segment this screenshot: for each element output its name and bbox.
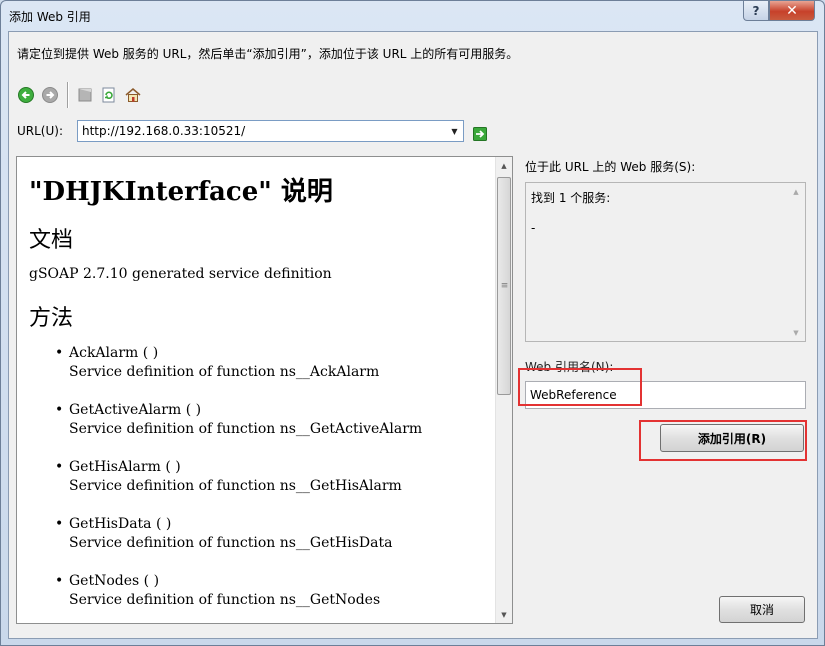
list-item: GetHisData ( ) Service definition of fun… [55,515,489,553]
method-link[interactable]: GetNodes ( ) [69,572,489,591]
method-link[interactable]: AckAlarm ( ) [69,344,489,363]
service-title: "DHJKInterface" 说明 [29,177,333,207]
method-description: Service definition of function ns__AckAl… [69,364,380,380]
help-icon: ? [752,3,760,18]
methods-list: AckAlarm ( ) Service definition of funct… [55,344,489,610]
add-reference-button[interactable]: 添加引用(R) [660,424,804,452]
window-title: 添加 Web 引用 [9,10,91,24]
scroll-up-icon[interactable]: ▲ [496,157,512,174]
method-description: Service definition of function ns__GetNo… [69,592,381,608]
url-label: URL(U): [17,124,63,138]
back-icon[interactable] [17,86,35,104]
method-description: Service definition of function ns__GetAc… [69,421,423,437]
cancel-button[interactable]: 取消 [719,596,805,623]
method-link[interactable]: GetActiveAlarm ( ) [69,401,489,420]
go-icon[interactable] [473,127,487,141]
scroll-up-icon[interactable]: ▲ [788,183,804,200]
refresh-icon[interactable] [100,86,118,104]
instruction-text: 请定位到提供 Web 服务的 URL，然后单击“添加引用”，添加位于该 URL … [17,47,519,61]
scroll-down-icon[interactable]: ▼ [788,324,804,341]
list-item: AckAlarm ( ) Service definition of funct… [55,344,489,382]
add-web-reference-dialog: 添加 Web 引用 ? ✕ 请定位到提供 Web 服务的 URL，然后单击“添加… [0,0,825,646]
method-description: Service definition of function ns__GetHi… [69,478,402,494]
service-description-browser[interactable]: "DHJKInterface" 说明 文档 gSOAP 2.7.10 gener… [16,156,513,624]
method-description: Service definition of function ns__GetHi… [69,535,393,551]
title-bar: 添加 Web 引用 ? ✕ [1,1,824,31]
close-icon: ✕ [786,2,798,19]
services-scrollbar[interactable]: ▲ ▼ [788,183,805,341]
services-label: 位于此 URL 上的 Web 服务(S): [525,160,696,174]
reference-name-input[interactable]: WebReference [525,381,806,409]
list-item: GetHisAlarm ( ) Service definition of fu… [55,458,489,496]
close-button[interactable]: ✕ [769,1,815,21]
methods-section-heading: 方法 [29,306,74,331]
help-button[interactable]: ? [743,1,769,21]
url-input[interactable]: http://192.168.0.33:10521/ [78,124,446,138]
toolbar-separator [67,82,68,108]
scroll-thumb[interactable]: ≡ [497,177,511,395]
services-list[interactable]: 找到 1 个服务: - ▲ ▼ [525,182,806,342]
dialog-body: 请定位到提供 Web 服务的 URL，然后单击“添加引用”，添加位于该 URL … [8,31,818,639]
doc-description: gSOAP 2.7.10 generated service definitio… [29,266,332,282]
forward-icon[interactable] [41,86,59,104]
vertical-scrollbar[interactable]: ▲ ≡ ▼ [495,157,512,623]
doc-section-heading: 文档 [29,228,74,253]
method-link[interactable]: GetHisData ( ) [69,515,489,534]
browser-toolbar [17,82,148,108]
method-link[interactable]: GetHisAlarm ( ) [69,458,489,477]
services-found-text: 找到 1 个服务: [531,191,611,205]
dropdown-arrow-icon[interactable]: ▼ [446,121,463,141]
home-icon[interactable] [124,86,142,104]
list-item: GetActiveAlarm ( ) Service definition of… [55,401,489,439]
stop-icon[interactable] [76,86,94,104]
reference-name-label: Web 引用名(N): [525,360,614,374]
list-item: GetNodes ( ) Service definition of funct… [55,572,489,610]
url-combobox[interactable]: http://192.168.0.33:10521/ ▼ [77,120,464,142]
scroll-down-icon[interactable]: ▼ [496,606,512,623]
service-item[interactable]: - [531,221,535,235]
service-document: "DHJKInterface" 说明 文档 gSOAP 2.7.10 gener… [29,171,489,623]
